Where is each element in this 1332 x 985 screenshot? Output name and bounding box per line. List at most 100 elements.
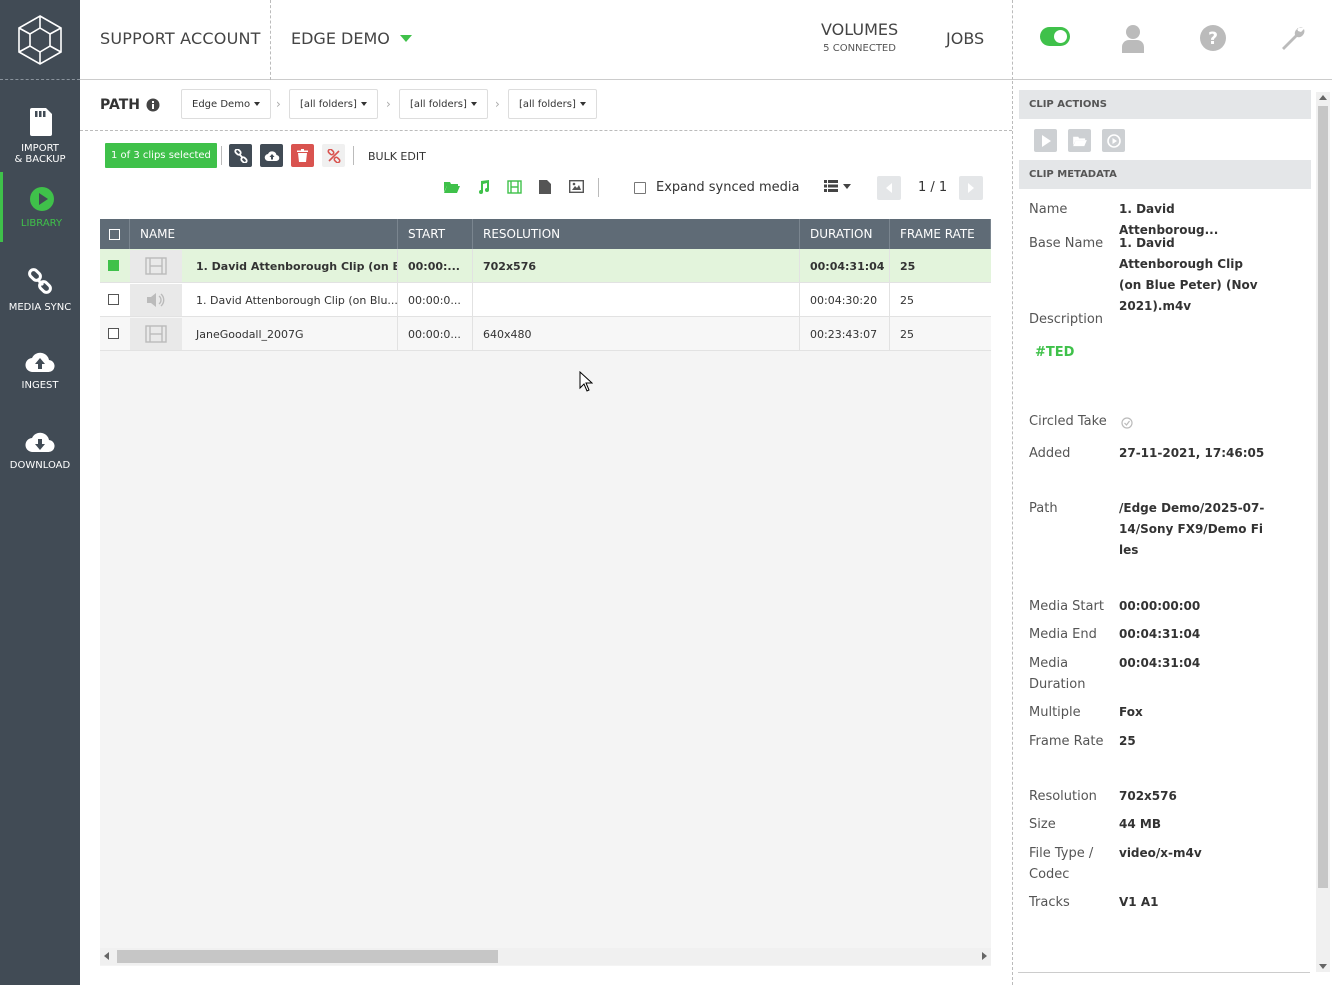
nav-download[interactable]: DOWNLOAD <box>0 415 80 485</box>
cell-duration: 00:04:31:04 <box>800 249 890 283</box>
user-icon[interactable] <box>1121 24 1145 54</box>
wrench-icon[interactable] <box>1279 24 1307 52</box>
meta-key-size: Size <box>1029 817 1056 832</box>
header-divider <box>270 0 271 80</box>
help-icon[interactable]: ? <box>1199 24 1227 52</box>
meta-value-frame-rate: 25 <box>1119 734 1136 748</box>
scroll-up-icon[interactable] <box>1319 95 1327 100</box>
online-toggle[interactable] <box>1040 27 1070 46</box>
divider <box>221 146 222 165</box>
nav-label: DOWNLOAD <box>9 459 71 471</box>
path-crumb-2[interactable]: [all folders] <box>399 89 488 119</box>
preview-button[interactable] <box>1102 129 1125 152</box>
meta-value-multiple: Fox <box>1119 705 1143 719</box>
cloud-upload-icon <box>264 150 279 161</box>
info-icon[interactable] <box>146 98 160 112</box>
column-header-name[interactable]: NAME <box>130 219 398 249</box>
path-crumb-3[interactable]: [all folders] <box>508 89 597 119</box>
scrollbar-thumb[interactable] <box>117 950 498 963</box>
scroll-down-icon[interactable] <box>1319 964 1327 969</box>
path-crumb-1[interactable]: [all folders] <box>289 89 378 119</box>
scroll-left-icon[interactable] <box>104 952 109 960</box>
view-mode-dropdown[interactable] <box>824 180 851 192</box>
caret-down-icon <box>360 102 367 106</box>
cell-name: 1. David Attenborough Clip (on Blu... <box>186 283 398 317</box>
cube-logo-icon <box>18 14 62 65</box>
audio-icon <box>147 293 165 307</box>
column-header-start[interactable]: START <box>398 219 473 249</box>
chevron-left-icon <box>886 183 892 193</box>
nav-ingest[interactable]: INGEST <box>0 335 80 405</box>
account-name[interactable]: SUPPORT ACCOUNT <box>100 29 261 48</box>
column-header-duration[interactable]: DURATION <box>800 219 890 249</box>
crumb-label: [all folders] <box>410 98 467 110</box>
meta-key-base-name: Base Name <box>1029 236 1104 251</box>
volumes-menu[interactable]: VOLUMES 5 CONNECTED <box>821 20 898 54</box>
expand-synced-checkbox[interactable] <box>634 181 646 194</box>
expand-synced-toggle[interactable]: Expand synced media <box>634 180 799 195</box>
prev-page-button[interactable] <box>877 176 901 200</box>
table-row[interactable]: JaneGoodall_2007G 00:00:0... 640x480 00:… <box>100 317 991 351</box>
caret-down-icon <box>843 183 851 189</box>
crumb-label: [all folders] <box>300 98 357 110</box>
link-button[interactable] <box>229 144 252 167</box>
project-selector[interactable]: EDGE DEMO <box>291 29 412 48</box>
film-icon <box>145 257 167 275</box>
table-header: NAME START RESOLUTION DURATION FRAME RAT… <box>100 219 991 249</box>
row-checkbox[interactable] <box>108 328 119 339</box>
folder-open-icon[interactable] <box>444 180 460 194</box>
column-header-frame-rate[interactable]: FRAME RATE <box>890 219 991 249</box>
meta-key-multiple: Multiple <box>1029 705 1081 720</box>
music-icon[interactable] <box>477 180 489 194</box>
meta-key-frame-rate: Frame Rate <box>1029 734 1104 749</box>
top-right-tools: ? <box>1012 0 1332 80</box>
nav-import-backup[interactable]: IMPORT & BACKUP <box>0 98 80 174</box>
caret-down-icon <box>254 102 261 106</box>
path-crumb-0[interactable]: Edge Demo <box>181 89 272 119</box>
project-name: EDGE DEMO <box>291 29 390 48</box>
meta-value-base-name[interactable]: 1. David Attenborough Clip (on Blue Pete… <box>1119 233 1269 317</box>
reveal-folder-button[interactable] <box>1068 129 1091 152</box>
film-icon[interactable] <box>507 180 522 194</box>
scroll-right-icon[interactable] <box>982 952 987 960</box>
image-icon[interactable] <box>569 180 584 193</box>
scrollbar-thumb[interactable] <box>1318 106 1328 888</box>
crumb-label: Edge Demo <box>192 98 251 110</box>
document-icon[interactable] <box>539 180 551 194</box>
play-button[interactable] <box>1034 129 1057 152</box>
next-page-button[interactable] <box>959 176 983 200</box>
row-checkbox[interactable] <box>108 294 119 305</box>
cell-name: 1. David Attenborough Clip (on Bl... <box>186 249 398 283</box>
list-icon <box>824 180 838 192</box>
description-tag[interactable]: #TED <box>1035 345 1074 360</box>
check-circle-icon[interactable] <box>1121 417 1133 429</box>
delete-button[interactable] <box>291 144 314 167</box>
chevron-right-icon <box>968 183 974 193</box>
table-row[interactable]: 1. David Attenborough Clip (on Bl... 00:… <box>100 249 991 283</box>
caret-down-icon <box>399 35 412 42</box>
meta-key-added: Added <box>1029 446 1071 461</box>
nav-library[interactable]: LIBRARY <box>0 172 80 242</box>
cell-resolution: 702x576 <box>473 249 800 283</box>
logo[interactable] <box>0 0 80 80</box>
film-icon <box>145 325 167 343</box>
trash-icon <box>297 149 308 162</box>
unlink-button[interactable] <box>322 144 345 167</box>
selection-badge[interactable]: 1 of 3 clips selected <box>105 143 217 168</box>
nav-media-sync[interactable]: MEDIA SYNC <box>0 255 80 325</box>
table-row[interactable]: 1. David Attenborough Clip (on Blu... 00… <box>100 283 991 317</box>
horizontal-scrollbar[interactable] <box>100 948 991 965</box>
jobs-menu[interactable]: JOBS <box>946 29 984 48</box>
select-all-checkbox[interactable] <box>109 228 120 240</box>
upload-button[interactable] <box>260 144 283 167</box>
folder-open-icon <box>1072 136 1087 146</box>
vertical-scrollbar[interactable] <box>1316 92 1330 972</box>
meta-key-path: Path <box>1029 501 1058 516</box>
row-checkbox[interactable] <box>108 260 119 271</box>
column-header-resolution[interactable]: RESOLUTION <box>473 219 800 249</box>
clip-detail-panel: CLIP ACTIONS CLIP METADATA Name 1. David… <box>1012 81 1332 985</box>
bulk-edit-button[interactable]: BULK EDIT <box>368 150 426 163</box>
mouse-cursor-icon <box>579 371 593 392</box>
cell-name: JaneGoodall_2007G <box>186 317 398 351</box>
nav-label: LIBRARY <box>20 217 63 229</box>
